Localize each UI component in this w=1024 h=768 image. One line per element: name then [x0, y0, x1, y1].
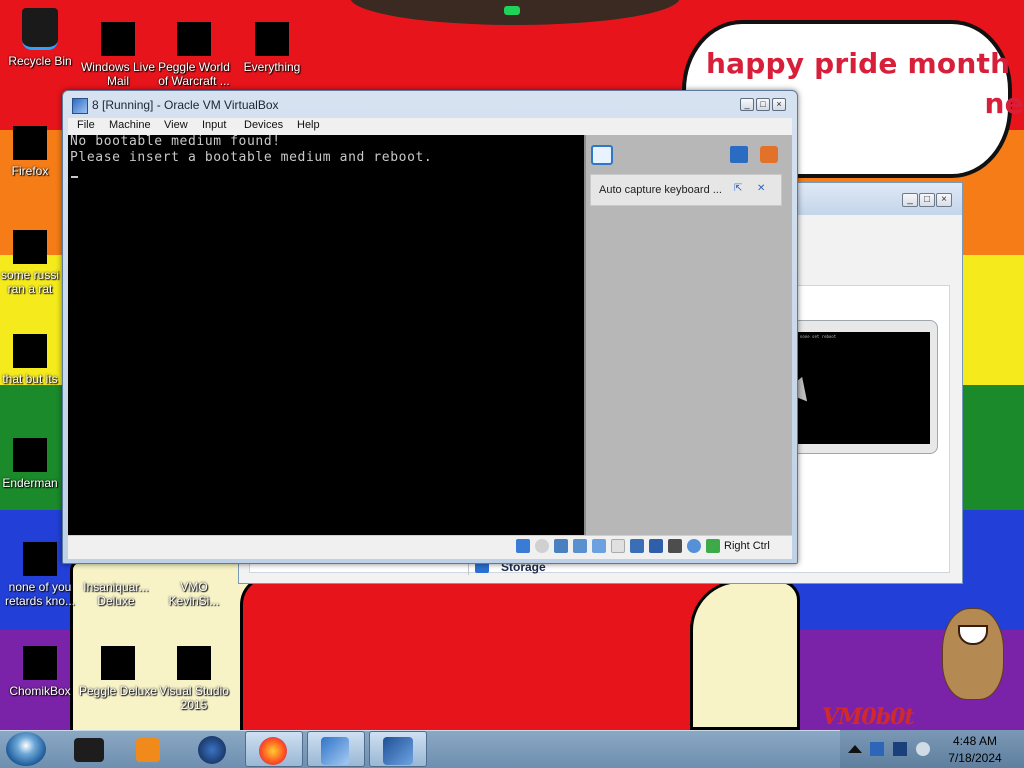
display-icon[interactable] [630, 539, 644, 553]
video-capture-icon[interactable] [649, 539, 663, 553]
shared-folder-icon[interactable] [611, 539, 625, 553]
close-button[interactable]: × [936, 193, 952, 207]
message-icon[interactable] [591, 145, 613, 165]
desktop-icon-that-but-its[interactable]: that but its [0, 334, 62, 386]
shortcut-icon [13, 230, 47, 264]
mail-icon [101, 22, 135, 56]
desktop-icon-everything[interactable]: Everything [232, 22, 312, 74]
desktop-icon-label: some russi ran a rat [0, 268, 59, 296]
window-title: 8 [Running] - Oracle VM VirtualBox [92, 98, 279, 112]
desktop-icon-label: Enderman [2, 476, 58, 490]
globe-icon [198, 736, 226, 764]
taskbar-explorer-button[interactable] [60, 731, 118, 767]
desktop-icon-label: that but its [2, 372, 58, 386]
status-bar [68, 535, 792, 559]
notification-text: Auto capture keyboard ... [599, 184, 722, 196]
taskbar-globe-button[interactable] [184, 731, 242, 767]
desktop-icon-label: Recycle Bin [8, 54, 72, 68]
desktop-icon-label: Windows Live Mail [80, 60, 156, 88]
firefox-icon [13, 126, 47, 160]
vm-display[interactable] [68, 135, 584, 535]
minimize-button[interactable]: _ [902, 193, 918, 207]
recycle-bin-icon [22, 8, 58, 50]
network-tray-icon[interactable] [893, 742, 907, 756]
desktop-icon-label: Peggle Deluxe [78, 684, 158, 698]
vm-text-cursor [71, 176, 78, 178]
taskbar-firefox-button[interactable] [245, 731, 303, 767]
menu-input[interactable]: Input [202, 119, 226, 131]
clock-date[interactable]: 7/18/2024 [945, 751, 1005, 765]
desktop-icon-label: Visual Studio 2015 [159, 684, 229, 712]
network-icon[interactable] [573, 539, 587, 553]
desktop-icon-label: ChomikBox [9, 684, 71, 698]
menu-devices[interactable]: Devices [244, 119, 283, 131]
hard-disk-icon[interactable] [516, 539, 530, 553]
vm-preview-screen [798, 332, 930, 444]
desktop-icon-chomikbox[interactable]: ChomikBox [0, 646, 80, 698]
desktop-icon-label: Insaniquar... Deluxe [83, 580, 149, 608]
desktop-icon-enderman[interactable]: Enderman [0, 438, 62, 490]
vm-window-icon [383, 737, 413, 765]
vm-preview-text: none set reboot [800, 334, 837, 339]
virtualbox-icon [321, 737, 349, 765]
taskbar-media-player-button[interactable] [120, 731, 178, 767]
wallpaper-led [504, 6, 520, 15]
desktop-icon-label: Firefox [11, 164, 49, 178]
shortcut-icon [23, 542, 57, 576]
search-icon [255, 22, 289, 56]
chomikbox-icon [23, 646, 57, 680]
close-notification-icon[interactable]: ✕ [757, 183, 769, 194]
usb-icon[interactable] [592, 539, 606, 553]
virtualbox-icon [72, 98, 88, 114]
menu-file[interactable]: File [77, 119, 95, 131]
desktop-icon-visual-studio[interactable]: Visual Studio 2015 [154, 646, 234, 712]
maximize-button[interactable]: □ [756, 98, 770, 111]
taskbar-vm-8-button[interactable] [369, 731, 427, 767]
menu-view[interactable]: View [164, 119, 188, 131]
menu-help[interactable]: Help [297, 119, 320, 131]
desktop-icon-peggle-deluxe[interactable]: Peggle Deluxe [78, 646, 158, 698]
desktop-icon-windows-live-mail[interactable]: Windows Live Mail [78, 22, 158, 88]
sort-icon[interactable] [730, 146, 748, 163]
desktop-icon-label: none of you retards kno... [4, 580, 76, 608]
wallpaper-cream-shape-right [690, 580, 800, 730]
show-hidden-icons-icon[interactable] [848, 745, 862, 753]
desktop-icon-peggle-world-of-warcraft[interactable]: Peggle World of Warcraft ... [154, 22, 234, 88]
volume-icon[interactable] [916, 742, 930, 756]
keyboard-capture-icon[interactable] [706, 539, 720, 553]
watermark-text: VM0b0t [822, 704, 915, 730]
peggle-icon [101, 646, 135, 680]
desktop-icon-recycle-bin[interactable]: Recycle Bin [0, 8, 80, 68]
peggle-icon [177, 22, 211, 56]
pin-icon[interactable]: ⇱ [734, 183, 746, 194]
explorer-icon [74, 738, 104, 762]
desktop-icon-label: VMO KevinSi... [168, 580, 220, 608]
menu-machine[interactable]: Machine [109, 119, 151, 131]
cpu-icon[interactable] [668, 539, 682, 553]
mascot-image [942, 608, 1004, 700]
action-center-icon[interactable] [870, 742, 884, 756]
host-key-label: Right Ctrl [724, 540, 770, 552]
desktop-icon-label: Peggle World of Warcraft ... [158, 60, 230, 88]
maximize-button[interactable]: □ [919, 193, 935, 207]
taskbar-virtualbox-button[interactable] [307, 731, 365, 767]
desktop-icon-shortcut-russian[interactable]: some russi ran a rat [0, 230, 62, 296]
audio-icon[interactable] [554, 539, 568, 553]
shortcut-icon [13, 438, 47, 472]
firefox-icon [259, 737, 287, 765]
visual-studio-icon [177, 646, 211, 680]
close-button[interactable]: × [772, 98, 786, 111]
minimize-button[interactable]: _ [740, 98, 754, 111]
clock-time[interactable]: 4:48 AM [945, 734, 1005, 748]
dismiss-all-icon[interactable] [760, 146, 778, 163]
mouse-integration-icon[interactable] [687, 539, 701, 553]
start-button[interactable] [6, 732, 46, 766]
optical-drive-icon[interactable] [535, 539, 549, 553]
shortcut-icon [13, 334, 47, 368]
media-player-icon [136, 738, 160, 762]
vm-console-text: No bootable medium found! Please insert … [70, 134, 433, 165]
desktop-icon-label: Everything [243, 60, 301, 74]
desktop-icon-firefox[interactable]: Firefox [0, 126, 62, 178]
